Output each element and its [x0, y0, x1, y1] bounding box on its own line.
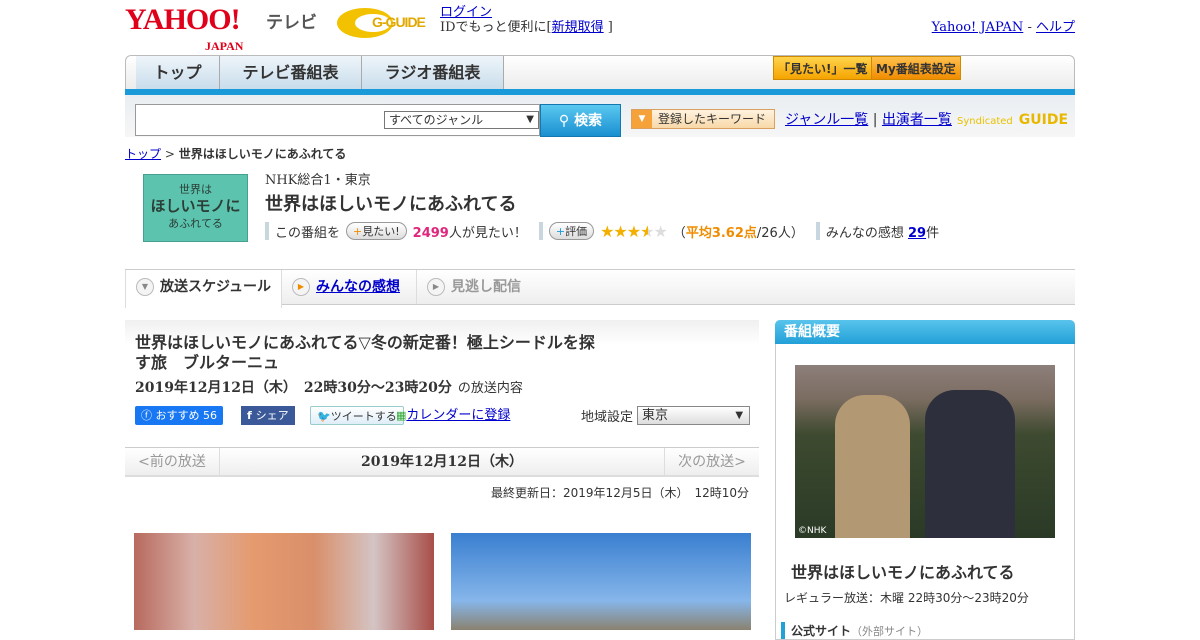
next-broadcast-link[interactable]: 次の放送> [664, 448, 759, 476]
facebook-icon: f [247, 409, 256, 422]
episode-title: 世界はほしいモノにあふれてる▽冬の新定番！極上シードルを探す旅 ブルターニュ [135, 333, 595, 372]
mitai-button[interactable]: +見たい! [346, 222, 407, 240]
facebook-like-button[interactable]: ⓕ おすすめ 56 [135, 406, 223, 425]
episode-date: 2019年12月12日（木） 22時30分～23時20分 の放送内容 [135, 380, 523, 396]
official-site-link[interactable]: 公式サイト（外部サイト） [781, 622, 928, 639]
mitai-list-button[interactable]: 「見たい!」一覧 [773, 56, 873, 80]
tweet-button[interactable]: 🐦ツイートする [310, 406, 404, 425]
program-title: 世界はほしいモノにあふれてる [265, 194, 517, 215]
sep: - [1027, 20, 1032, 35]
prev-broadcast-link[interactable]: <前の放送 [125, 448, 220, 476]
program-thumbnail: 世界は ほしいモノに あふれてる [143, 174, 248, 242]
yahoo-japan-link[interactable]: Yahoo! JAPAN [932, 20, 1024, 35]
calendar-link[interactable]: カレンダーに登録 [406, 408, 510, 423]
genre-select[interactable]: すべてのジャンル ▼ [384, 111, 539, 129]
dropdown-icon: ▼ [632, 110, 652, 128]
divider [538, 222, 543, 240]
cider-photo [134, 533, 434, 630]
search-icon: ⚲ [558, 113, 575, 129]
divider [815, 222, 820, 240]
genre-list-link[interactable]: ジャンル一覧 [785, 112, 868, 128]
plus-icon: + [353, 225, 363, 238]
program-photo: ©NHK [795, 365, 1055, 538]
rate-button[interactable]: +評価 [548, 222, 595, 240]
tab-vod[interactable]: ▶ 見逃し配信 [417, 270, 547, 304]
gguide-logo-text: G-GUIDE [372, 14, 426, 30]
performer-list-link[interactable]: 出演者一覧 [882, 112, 952, 128]
regular-broadcast: レギュラー放送：木曜 22時30分～23時20分 [784, 591, 1029, 605]
watch-count: 2499 [412, 225, 449, 241]
tab-schedule[interactable]: ▼ 放送スケジュール [125, 270, 282, 308]
region-setting: 地域設定 東京 ▼ [581, 406, 751, 425]
id-promo: IDでもっと便利に[ [440, 20, 552, 35]
facebook-icon: ⓕ [141, 409, 156, 422]
service-label: テレビ [266, 13, 317, 33]
current-date: 2019年12月12日（木） [361, 454, 523, 470]
mont-saint-michel-photo [451, 533, 751, 630]
my-settings-button[interactable]: My番組表設定 [871, 56, 961, 80]
play-icon: ▶ [427, 278, 445, 296]
facebook-share-button[interactable]: f シェア [241, 406, 295, 425]
last-updated: 最終更新日：2019年12月5日（木） 12時10分 [491, 486, 749, 500]
dropdown-arrow-icon: ▼ [526, 114, 534, 125]
bracket: ] [607, 20, 613, 35]
nav-tab-tv[interactable]: テレビ番組表 [220, 56, 362, 90]
watch-prefix: この番組を [275, 225, 341, 241]
breadcrumb: トップ > 世界はほしいモノにあふれてる [125, 147, 347, 161]
divider [265, 222, 269, 240]
twitter-bird-icon: 🐦 [317, 410, 331, 423]
plus-icon: + [555, 225, 566, 238]
dropdown-arrow-icon: ▼ [735, 410, 744, 421]
program-tabs: ▼ 放送スケジュール ▶ みんなの感想 ▶ 見逃し配信 [125, 269, 1075, 308]
reviews-count-link[interactable]: 29 [908, 226, 926, 241]
help-link[interactable]: ヘルプ [1036, 20, 1075, 35]
login-link[interactable]: ログイン [440, 5, 492, 20]
broadcast-pager: <前の放送 2019年12月12日（木） 次の放送> [125, 447, 759, 477]
sidebar-program-title: 世界はほしいモノにあふれてる [791, 563, 1015, 582]
panel-header: 番組概要 [775, 320, 1075, 344]
nav-tab-radio[interactable]: ラジオ番組表 [362, 56, 504, 90]
tab-reviews[interactable]: ▶ みんなの感想 [282, 270, 417, 304]
chevron-down-icon: ▼ [136, 278, 154, 296]
search-button[interactable]: ⚲ 検索 [540, 104, 621, 137]
nav-tab-top[interactable]: トップ [136, 56, 220, 90]
signup-link[interactable]: 新規取得 [552, 20, 604, 35]
calendar-add-icon: ▦ [396, 409, 407, 422]
keyword-button[interactable]: ▼ 登録したキーワード [631, 109, 775, 129]
region-select[interactable]: 東京 ▼ [637, 406, 751, 425]
syndicated-logo: Syndicated GUIDE [957, 112, 1069, 128]
play-icon: ▶ [292, 278, 310, 296]
rating-stars: ★★★★★ [600, 221, 668, 241]
reviews-link[interactable]: みんなの感想 [316, 279, 400, 295]
breadcrumb-top[interactable]: トップ [125, 147, 161, 161]
yahoo-logo[interactable]: YAHOO! JAPAN [125, 5, 243, 54]
photo-credit: ©NHK [798, 526, 827, 536]
calendar-register[interactable]: ▦カレンダーに登録 [396, 406, 510, 425]
rating-average: 平均3.62点 [685, 225, 757, 241]
breadcrumb-current: 世界はほしいモノにあふれてる [178, 147, 347, 161]
station: NHK総合1・東京 [265, 173, 371, 188]
